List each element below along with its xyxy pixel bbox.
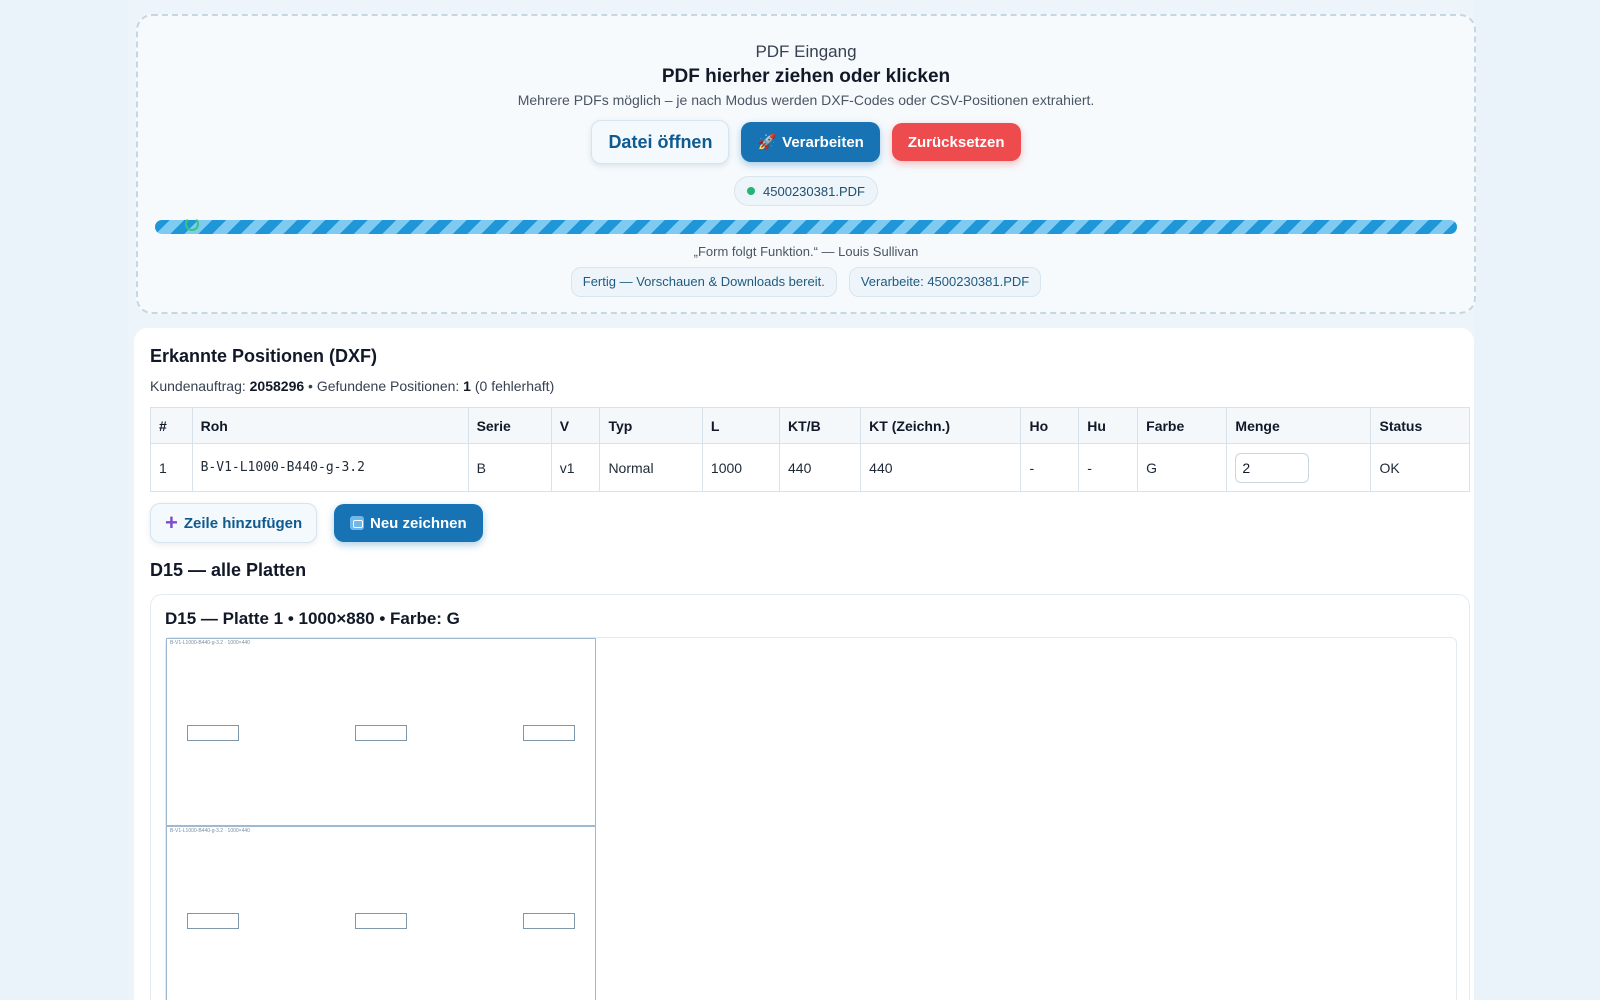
column-header: Roh bbox=[191, 407, 469, 444]
redraw-button[interactable]: Neu zeichnen bbox=[334, 504, 483, 542]
redraw-icon bbox=[350, 516, 364, 530]
status-processing-badge: Verarbeite: 4500230381.PDF bbox=[848, 267, 1042, 297]
cell-ho: - bbox=[1020, 443, 1080, 492]
dropzone-actions: Datei öffnen 🚀 Verarbeiten Zurücksetzen bbox=[138, 120, 1474, 164]
add-row-button[interactable]: + Zeile hinzufügen bbox=[150, 503, 318, 543]
column-header: Ho bbox=[1020, 407, 1080, 444]
column-header: Serie bbox=[467, 407, 552, 444]
redraw-label: Neu zeichnen bbox=[370, 514, 467, 532]
plate-canvas: B-V1-L1000-B440-g-3.2 · 1000×440 B-V1-L1… bbox=[165, 637, 1457, 1000]
pdf-dropzone[interactable]: PDF Eingang PDF hierher ziehen oder klic… bbox=[136, 14, 1476, 314]
cell-status: OK bbox=[1370, 443, 1470, 492]
part-hole bbox=[355, 913, 407, 929]
column-header: KT (Zeichn.) bbox=[860, 407, 1022, 444]
column-header: L bbox=[701, 407, 781, 444]
add-row-label: Zeile hinzufügen bbox=[183, 514, 303, 532]
open-file-button[interactable]: Datei öffnen bbox=[591, 120, 730, 164]
column-header: Hu bbox=[1078, 407, 1139, 444]
dropzone-title: PDF hierher ziehen oder klicken bbox=[661, 66, 951, 87]
cell-serie: B bbox=[467, 443, 552, 492]
table-row: 1 B-V1-L1000-B440-g-3.2 B v1 Normal 1000… bbox=[150, 443, 1470, 492]
positions-title: Erkannte Positionen (DXF) bbox=[150, 346, 378, 366]
quote-text: „Form folgt Funktion.“ — Louis Sullivan bbox=[693, 244, 919, 259]
positions-meta: Kundenauftrag: 2058296 • Gefundene Posit… bbox=[150, 378, 554, 394]
part-hole bbox=[523, 913, 575, 929]
found-label: • Gefundene Positionen: bbox=[308, 378, 460, 394]
file-chip: 4500230381.PDF bbox=[734, 176, 878, 206]
part-label: B-V1-L1000-B440-g-3.2 · 1000×440 bbox=[170, 828, 250, 834]
positions-panel: Erkannte Positionen (DXF) Kundenauftrag:… bbox=[134, 328, 1474, 1000]
part-hole bbox=[187, 725, 239, 741]
reset-button[interactable]: Zurücksetzen bbox=[891, 123, 1021, 161]
cell-roh: B-V1-L1000-B440-g-3.2 bbox=[191, 443, 469, 492]
table-header-row: # Roh Serie V Typ L KT/B KT (Zeichn.) Ho… bbox=[150, 407, 1470, 444]
cell-kt-zeichn: 440 bbox=[860, 443, 1022, 492]
order-label: Kundenauftrag: bbox=[150, 378, 246, 394]
part-hole bbox=[187, 913, 239, 929]
cell-num: 1 bbox=[150, 443, 193, 492]
dropzone-label: PDF Eingang bbox=[755, 42, 857, 61]
column-header: Status bbox=[1370, 407, 1470, 444]
column-header: KT/B bbox=[779, 407, 862, 444]
column-header: Typ bbox=[599, 407, 703, 444]
column-header: V bbox=[550, 407, 601, 444]
cell-hu: - bbox=[1078, 443, 1139, 492]
cell-l: 1000 bbox=[701, 443, 781, 492]
plate-title: D15 — Platte 1 • 1000×880 • Farbe: G bbox=[165, 609, 460, 628]
part-hole bbox=[355, 725, 407, 741]
plus-icon: + bbox=[165, 510, 178, 535]
status-done-badge: Fertig — Vorschauen & Downloads bereit. bbox=[570, 267, 837, 297]
dropzone-subtitle: Mehrere PDFs möglich – je nach Modus wer… bbox=[517, 92, 1095, 108]
process-button-label: Verarbeiten bbox=[782, 133, 864, 151]
process-button[interactable]: 🚀 Verarbeiten bbox=[741, 122, 880, 162]
found-count: 1 bbox=[463, 378, 471, 394]
file-name: 4500230381.PDF bbox=[763, 183, 865, 199]
error-count: (0 fehlerhaft) bbox=[474, 378, 555, 394]
cell-v: v1 bbox=[550, 443, 601, 492]
plate-part: B-V1-L1000-B440-g-3.2 · 1000×440 bbox=[166, 638, 596, 826]
rocket-icon: 🚀 bbox=[757, 134, 777, 151]
page-gutter-right bbox=[1474, 0, 1600, 1000]
part-hole bbox=[523, 725, 575, 741]
positions-table: # Roh Serie V Typ L KT/B KT (Zeichn.) Ho… bbox=[150, 407, 1470, 492]
column-header: Menge bbox=[1226, 407, 1372, 444]
quantity-input[interactable] bbox=[1235, 452, 1310, 483]
progress-bar bbox=[155, 217, 1457, 234]
cell-typ: Normal bbox=[599, 443, 703, 492]
cell-farbe: G bbox=[1137, 443, 1228, 492]
column-header: # bbox=[150, 407, 193, 444]
status-row: Fertig — Vorschauen & Downloads bereit. … bbox=[138, 267, 1474, 297]
column-header: Farbe bbox=[1137, 407, 1228, 444]
page-gutter-left bbox=[0, 0, 128, 1000]
part-label: B-V1-L1000-B440-g-3.2 · 1000×440 bbox=[170, 640, 250, 646]
status-dot-icon bbox=[747, 187, 756, 195]
cell-ktb: 440 bbox=[779, 443, 862, 492]
plate-part: B-V1-L1000-B440-g-3.2 · 1000×440 bbox=[166, 826, 596, 1000]
plate-card: D15 — Platte 1 • 1000×880 • Farbe: G B-V… bbox=[150, 594, 1470, 1000]
d15-section-title: D15 — alle Platten bbox=[150, 560, 307, 580]
order-number: 2058296 bbox=[249, 378, 305, 394]
spinner-icon bbox=[185, 217, 199, 231]
cell-menge bbox=[1226, 443, 1372, 492]
